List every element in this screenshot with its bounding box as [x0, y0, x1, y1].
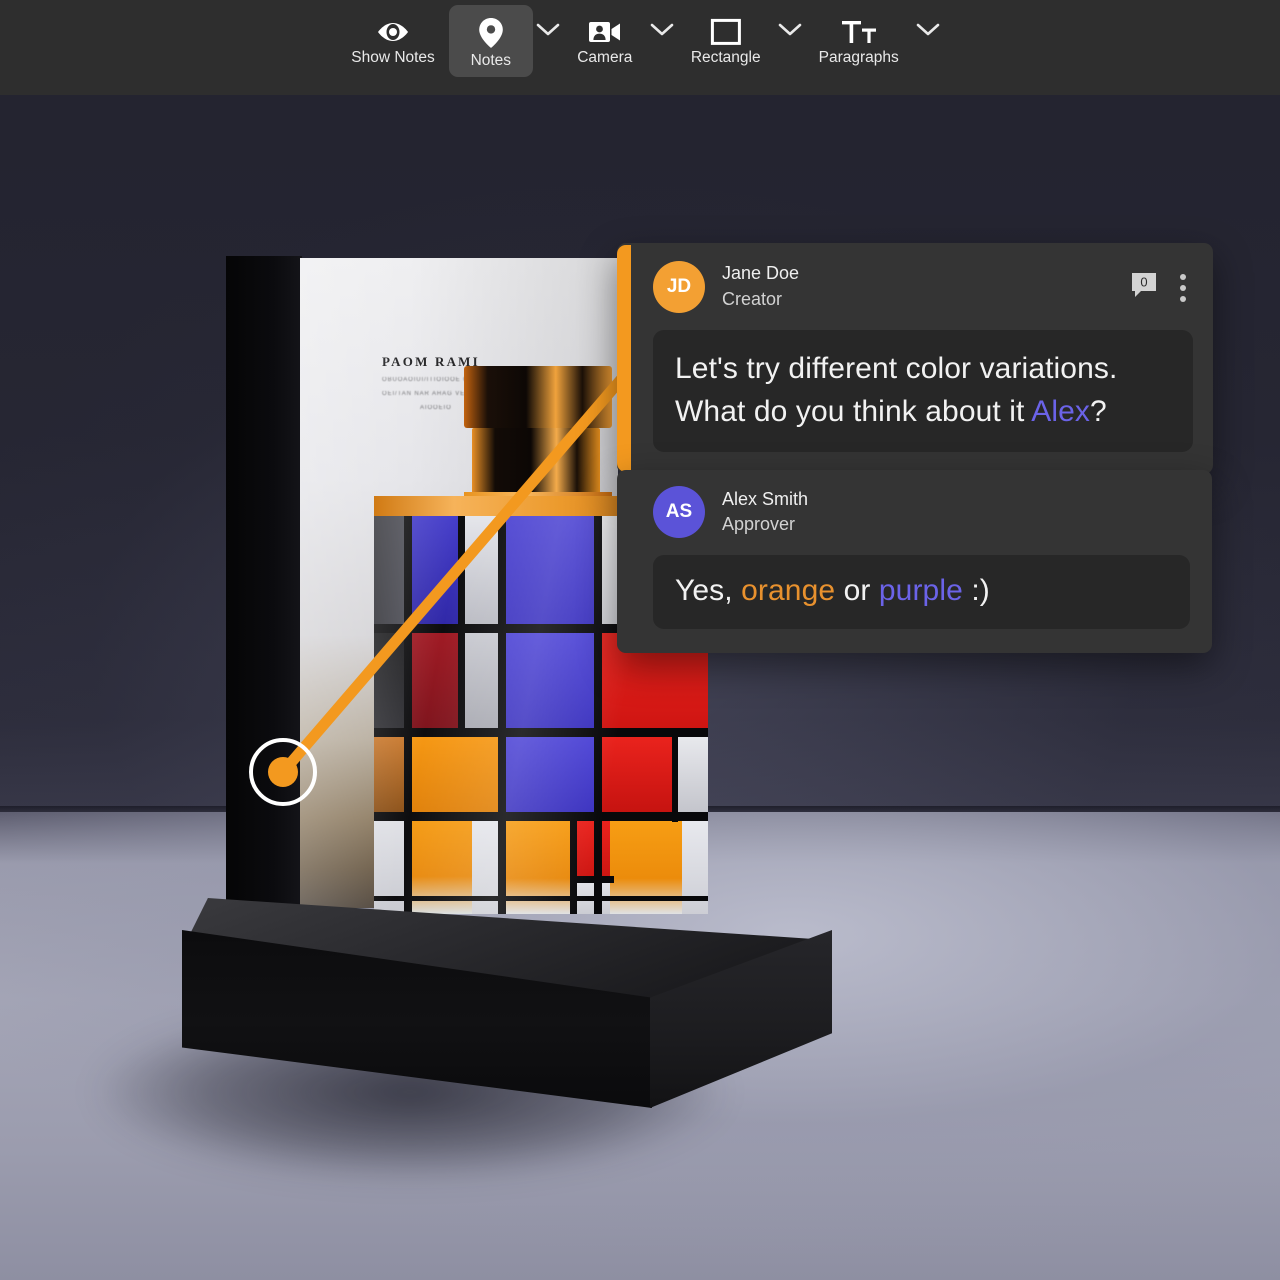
toolbar-item-label: Show Notes [351, 49, 435, 66]
avatar[interactable]: AS [653, 486, 705, 539]
text-size-icon [841, 17, 877, 46]
comment-message: Let's try different color variations. Wh… [653, 330, 1193, 453]
chevron-down-icon-camera[interactable] [647, 5, 677, 77]
top-toolbar: Show Notes Notes Camera Rectangle Paragr… [0, 0, 1280, 95]
comment-keyword-orange: orange [741, 574, 836, 608]
chevron-down-icon-paragraphs[interactable] [913, 5, 943, 77]
comment-message-part: ? [1090, 395, 1107, 429]
comment-author-name: Alex Smith [722, 488, 809, 509]
camera-person-icon [588, 17, 622, 46]
comment-message: Yes, orange or purple :) [653, 555, 1190, 629]
comment-author-block: Jane Doe Creator [722, 261, 799, 312]
comment-keyword-purple: purple [878, 574, 963, 608]
toolbar-item-label: Rectangle [690, 49, 761, 66]
comment-accent-bar [617, 245, 631, 473]
avatar[interactable]: JD [653, 261, 705, 313]
map-pin-icon [478, 17, 504, 49]
reply-count-badge[interactable]: 0 [1129, 270, 1159, 305]
toolbar-item-notes[interactable]: Notes [448, 5, 533, 77]
toolbar-item-label: Camera [577, 49, 633, 66]
toolbar-item-show-notes[interactable]: Show Notes [337, 5, 449, 77]
comment-panel: JD Jane Doe Creator 0 Let's try differen… [617, 243, 1213, 653]
backdrop-slab [226, 256, 302, 922]
toolbar-item-camera[interactable]: Camera [563, 5, 647, 77]
annotation-pin[interactable] [249, 738, 317, 806]
comment-message-part: or [835, 574, 879, 608]
comment-author-name: Jane Doe [722, 263, 800, 284]
chevron-down-icon-notes[interactable] [533, 5, 563, 77]
toolbar-item-paragraphs[interactable]: Paragraphs [805, 5, 913, 77]
chevron-down-icon-rectangle[interactable] [775, 5, 805, 77]
comment-author-role: Creator [722, 289, 783, 309]
toolbar-item-label: Paragraphs [818, 49, 899, 66]
comment-card[interactable]: AS Alex Smith Approver Yes, orange or pu… [617, 470, 1212, 653]
app-canvas: PAOM RAMI OBUOAOIUI/ITIOIOOE 07 OEI/TAN … [0, 0, 1280, 1280]
annotation-pin-dot [268, 757, 298, 787]
toolbar-items: Show Notes Notes Camera Rectangle Paragr… [337, 0, 943, 95]
toolbar-item-rectangle[interactable]: Rectangle [677, 5, 775, 77]
bottle-cap-top [464, 366, 612, 428]
comment-more-menu-icon[interactable] [1175, 271, 1191, 305]
comment-header: JD Jane Doe Creator 0 [653, 261, 1193, 313]
comment-message-part: :) [962, 574, 990, 608]
comment-author-role: Approver [722, 514, 796, 535]
reply-count-text: 0 [1140, 275, 1147, 290]
rectangle-icon [710, 17, 742, 46]
comment-header: AS Alex Smith Approver [653, 486, 1190, 539]
eye-icon [376, 17, 410, 46]
comment-header-actions: 0 [1129, 270, 1191, 305]
comment-message-part: Yes, [675, 574, 742, 608]
comment-card[interactable]: JD Jane Doe Creator 0 Let's try differen… [617, 243, 1213, 475]
comment-author-block: Alex Smith Approver [722, 487, 808, 538]
toolbar-item-label: Notes [470, 52, 512, 69]
bottle-cap-neck [472, 428, 600, 496]
comment-mention[interactable]: Alex [1031, 395, 1090, 428]
